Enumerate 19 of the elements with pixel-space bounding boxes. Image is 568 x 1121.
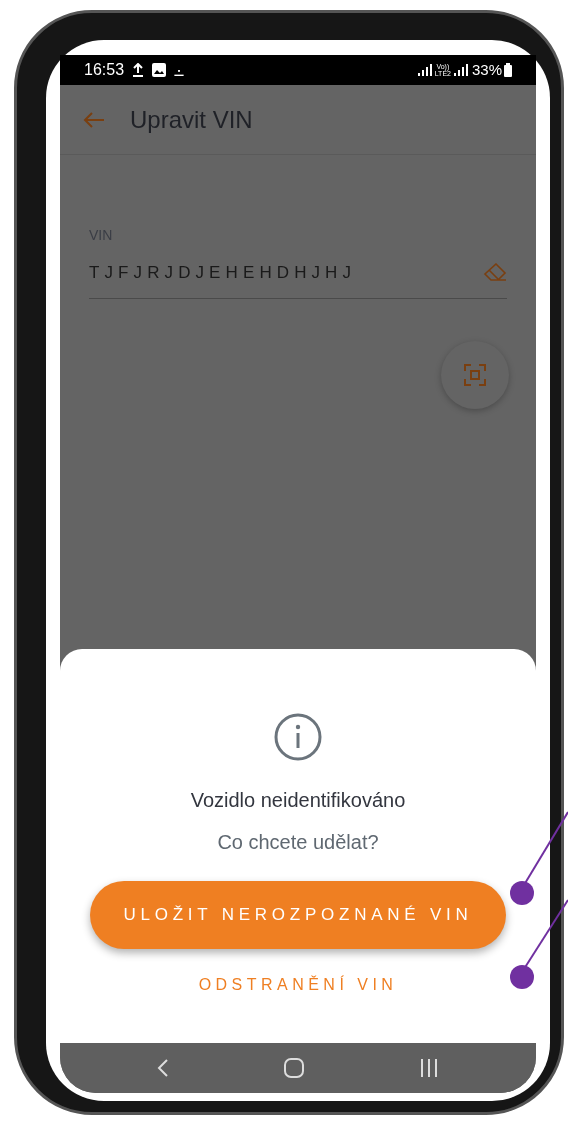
image-icon [152,63,167,77]
remove-button[interactable]: ODSTRANĚNÍ VIN [186,965,410,1005]
signal-icon [453,64,468,76]
dialog-message: Co chcete udělat? [217,830,379,855]
dialog-title: Vozidlo neidentifikováno [190,788,406,813]
field-value: TJFJRJDJEHEHDHJHJ [89,262,358,284]
info-icon [274,713,322,761]
scan-frame-icon [464,363,486,386]
status-time: 16:53 [84,60,125,80]
download-icon [174,70,185,76]
upload-icon [132,63,145,77]
save-button[interactable]: ULOŽIT NEROZPOZNANÉ VIN [90,881,506,949]
back-nav-icon[interactable] [157,1058,170,1078]
battery-icon [504,63,512,77]
recents-nav-icon[interactable] [418,1058,439,1078]
page-title: Upravit VIN [130,104,253,135]
home-nav-icon[interactable] [284,1058,304,1078]
battery-percent: 33% [471,59,502,80]
signal-icon [417,64,432,76]
